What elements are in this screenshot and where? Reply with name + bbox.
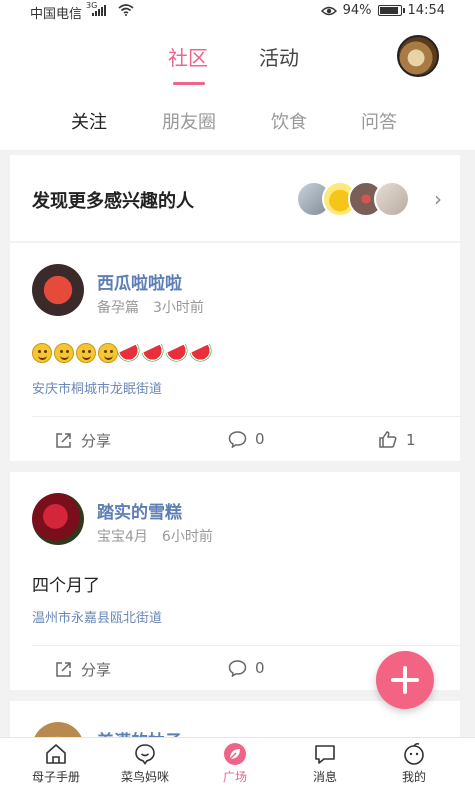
share-button[interactable]: 分享 xyxy=(54,659,111,680)
nav-profile[interactable]: 我的 xyxy=(374,742,454,785)
my-avatar[interactable] xyxy=(397,35,439,77)
watermelon-emoji-icon xyxy=(168,345,190,361)
subtab-diet[interactable]: 饮食 xyxy=(271,108,307,134)
leaf-icon xyxy=(224,743,246,765)
smile-emoji-icon xyxy=(76,343,96,363)
profile-icon xyxy=(404,742,424,765)
post-location[interactable]: 温州市永嘉县瓯北街道 xyxy=(32,607,162,626)
divider xyxy=(32,645,460,646)
watermelon-emoji-icon xyxy=(192,345,214,361)
post-author[interactable]: 西瓜啦啦啦 xyxy=(97,269,182,294)
comment-button[interactable]: 0 xyxy=(228,430,265,448)
chevron-right-icon: › xyxy=(434,187,442,211)
share-icon xyxy=(56,433,71,448)
post-category: 宝宝4月 xyxy=(97,529,148,545)
post-meta: 备孕篇 3小时前 xyxy=(97,297,218,317)
status-bar: 中国电信 3G 94% 14:54 xyxy=(0,0,475,22)
share-button[interactable]: 分享 xyxy=(54,430,111,451)
nav-handbook-label: 母子手册 xyxy=(31,770,80,784)
message-icon xyxy=(315,745,335,764)
post-time: 3小时前 xyxy=(153,300,204,316)
comment-icon xyxy=(228,660,247,677)
nav-messages-label: 消息 xyxy=(312,770,337,784)
comment-icon xyxy=(228,431,247,448)
like-button[interactable]: 1 xyxy=(378,430,416,449)
active-tab-indicator xyxy=(173,82,205,85)
nav-messages[interactable]: 消息 xyxy=(285,742,365,785)
nav-profile-label: 我的 xyxy=(401,770,426,784)
smile-emoji-icon xyxy=(32,343,52,363)
nav-newbie-mom[interactable]: 菜鸟妈咪 xyxy=(105,742,185,785)
share-icon xyxy=(56,662,71,677)
post-author[interactable]: 踏实的雪糕 xyxy=(97,498,182,523)
chat-bubble-icon xyxy=(135,744,155,765)
battery-icon xyxy=(377,5,405,16)
avatar xyxy=(374,181,410,217)
post-card[interactable]: 美满的柚子 xyxy=(10,701,460,741)
clock: 14:54 xyxy=(407,3,445,18)
nav-plaza[interactable]: 广场 xyxy=(195,742,275,785)
nav-handbook[interactable]: 母子手册 xyxy=(16,742,96,785)
divider xyxy=(32,416,460,417)
post-content: 四个月了 xyxy=(32,576,100,596)
subtab-qa[interactable]: 问答 xyxy=(361,108,397,134)
smile-emoji-icon xyxy=(98,343,118,363)
smile-emoji-icon xyxy=(54,343,74,363)
comment-button[interactable]: 0 xyxy=(228,659,265,677)
suggested-avatars xyxy=(296,181,416,217)
nav-newbie-mom-label: 菜鸟妈咪 xyxy=(120,770,169,784)
screen: 中国电信 3G 94% 14:54 社区 活动 关注 朋友圈 饮食 问答 发现更… xyxy=(0,0,475,795)
post-meta: 宝宝4月 6小时前 xyxy=(97,526,227,546)
nav-plaza-label: 广场 xyxy=(222,770,247,784)
home-icon xyxy=(46,744,66,764)
bottom-navigation: 母子手册 菜鸟妈咪 广场 消息 我的 xyxy=(0,737,475,795)
post-category: 备孕篇 xyxy=(97,300,139,316)
eye-icon xyxy=(320,6,337,15)
subtab-following[interactable]: 关注 xyxy=(71,108,107,134)
post-location[interactable]: 安庆市桐城市龙眠街道 xyxy=(32,378,162,397)
watermelon-emoji-icon xyxy=(120,345,142,361)
wifi-icon xyxy=(118,4,134,16)
subtab-moments[interactable]: 朋友圈 xyxy=(162,108,216,134)
add-post-button[interactable] xyxy=(376,651,434,709)
discover-people-banner[interactable]: 发现更多感兴趣的人 › xyxy=(10,155,460,241)
tab-activities[interactable]: 活动 xyxy=(259,42,299,71)
comment-count: 0 xyxy=(255,659,265,677)
like-count: 1 xyxy=(406,430,416,449)
share-label: 分享 xyxy=(81,661,112,679)
avatar[interactable] xyxy=(32,264,84,316)
comment-count: 0 xyxy=(255,430,265,448)
share-label: 分享 xyxy=(81,432,112,450)
avatar[interactable] xyxy=(32,493,84,545)
watermelon-emoji-icon xyxy=(144,345,166,361)
battery-percent: 94% xyxy=(342,3,372,18)
thumbs-up-icon xyxy=(379,431,397,448)
carrier-label: 中国电信 xyxy=(30,7,83,22)
discover-title: 发现更多感兴趣的人 xyxy=(32,191,194,212)
tab-community[interactable]: 社区 xyxy=(168,42,208,71)
header: 社区 活动 关注 朋友圈 饮食 问答 xyxy=(0,22,475,150)
post-time: 6小时前 xyxy=(161,529,213,545)
network-type-label: 3G xyxy=(86,1,98,10)
post-content xyxy=(32,343,214,363)
post-card[interactable]: 西瓜啦啦啦 备孕篇 3小时前 安庆市桐城市龙眠街道 分享 0 1 xyxy=(10,243,460,461)
